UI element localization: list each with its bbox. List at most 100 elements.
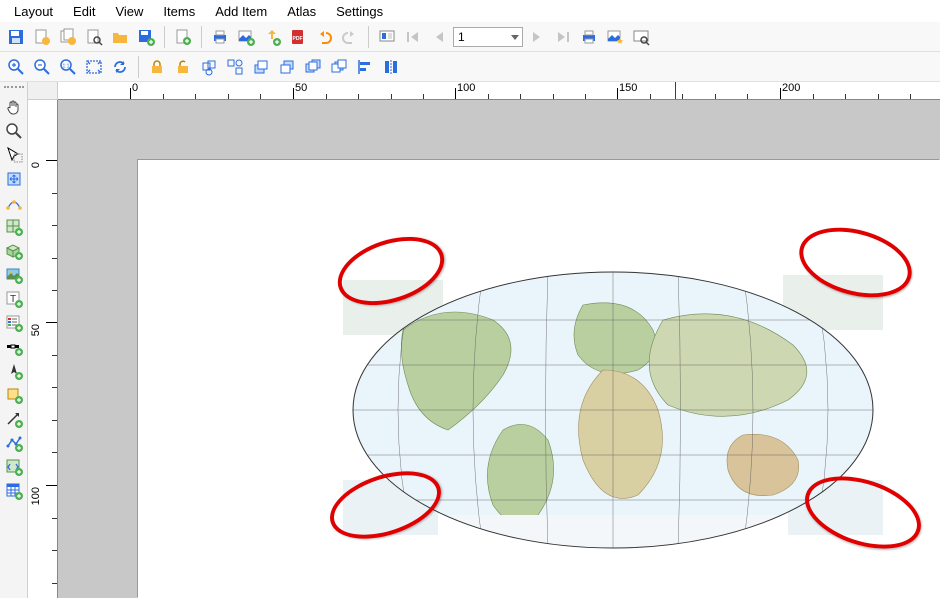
redo-button[interactable]	[338, 25, 362, 49]
pages-star-icon	[59, 28, 77, 46]
undo-icon	[315, 28, 333, 46]
add-3dmap-tool[interactable]	[3, 240, 25, 262]
image-export-icon	[237, 28, 255, 46]
bring-front-button[interactable]	[301, 55, 325, 79]
toolbar-grip[interactable]	[4, 86, 24, 90]
menu-edit[interactable]: Edit	[63, 2, 105, 21]
shape-plus-icon	[5, 386, 23, 404]
export-image-button[interactable]	[234, 25, 258, 49]
save-template-button[interactable]	[134, 25, 158, 49]
atlas-prev-button[interactable]	[427, 25, 451, 49]
canvas-margin-left	[58, 100, 138, 598]
add-legend-tool[interactable]	[3, 312, 25, 334]
add-picture-tool[interactable]	[3, 264, 25, 286]
zoom-in-icon	[7, 58, 25, 76]
toolbar-view: 1:1	[0, 52, 940, 82]
layout-manager-button[interactable]	[82, 25, 106, 49]
select-tool[interactable]	[3, 144, 25, 166]
folder-icon	[111, 28, 129, 46]
duplicate-layout-button[interactable]	[56, 25, 80, 49]
ungroup-icon	[226, 58, 244, 76]
menu-add-item[interactable]: Add Item	[205, 2, 277, 21]
html-plus-icon	[5, 458, 23, 476]
table-plus-icon	[5, 482, 23, 500]
add-page-button[interactable]	[171, 25, 195, 49]
send-back-button[interactable]	[327, 55, 351, 79]
move-content-icon	[5, 170, 23, 188]
export-svg-button[interactable]	[260, 25, 284, 49]
move-content-tool[interactable]	[3, 168, 25, 190]
open-folder-button[interactable]	[108, 25, 132, 49]
menu-bar: Layout Edit View Items Add Item Atlas Se…	[0, 0, 940, 22]
add-scalebar-tool[interactable]	[3, 336, 25, 358]
menu-items[interactable]: Items	[153, 2, 205, 21]
menu-layout[interactable]: Layout	[4, 2, 63, 21]
export-pdf-button[interactable]: PDF	[286, 25, 310, 49]
page-star-icon	[33, 28, 51, 46]
zoom-out-button[interactable]	[30, 55, 54, 79]
zoom-full-button[interactable]	[82, 55, 106, 79]
lower-button[interactable]	[275, 55, 299, 79]
atlas-print-button[interactable]	[577, 25, 601, 49]
undo-button[interactable]	[312, 25, 336, 49]
add-nodeitem-tool[interactable]	[3, 432, 25, 454]
atlas-settings-button[interactable]	[375, 25, 399, 49]
atlas-export-button[interactable]	[603, 25, 627, 49]
align-right-button[interactable]	[379, 55, 403, 79]
raise-button[interactable]	[249, 55, 273, 79]
zoom-in-button[interactable]	[4, 55, 28, 79]
item-toolbar: T	[0, 82, 28, 598]
scalebar-plus-icon	[5, 338, 23, 356]
new-layout-button[interactable]	[30, 25, 54, 49]
ruler-v-label: 100	[30, 487, 42, 505]
add-label-tool[interactable]: T	[3, 288, 25, 310]
ruler-vertical[interactable]: 050100	[28, 100, 58, 598]
add-table-tool[interactable]	[3, 480, 25, 502]
layout-canvas[interactable]	[58, 100, 940, 598]
atlas-page-spinbox[interactable]: 1	[453, 27, 523, 47]
add-northarrow-tool[interactable]	[3, 360, 25, 382]
ruler-horizontal[interactable]: 050100150200	[58, 82, 940, 100]
edit-nodes-tool[interactable]	[3, 192, 25, 214]
save-button[interactable]	[4, 25, 28, 49]
ruler-h-label: 200	[782, 82, 800, 94]
map3d-plus-icon	[5, 242, 23, 260]
unlock-button[interactable]	[171, 55, 195, 79]
redo-icon	[341, 28, 359, 46]
last-icon	[554, 28, 572, 46]
group-icon	[200, 58, 218, 76]
menu-atlas[interactable]: Atlas	[277, 2, 326, 21]
atlas-next-button[interactable]	[525, 25, 549, 49]
ungroup-button[interactable]	[223, 55, 247, 79]
lower-icon	[278, 58, 296, 76]
legend-plus-icon	[5, 314, 23, 332]
zoom-100-button[interactable]: 1:1	[56, 55, 80, 79]
polyline-plus-icon	[5, 434, 23, 452]
group-button[interactable]	[197, 55, 221, 79]
add-shape-tool[interactable]	[3, 384, 25, 406]
refresh-icon	[111, 58, 129, 76]
atlas-first-button[interactable]	[401, 25, 425, 49]
pan-tool[interactable]	[3, 96, 25, 118]
floppy-icon	[7, 28, 25, 46]
printer-icon	[580, 28, 598, 46]
atlas-preview-button[interactable]	[629, 25, 653, 49]
add-html-tool[interactable]	[3, 456, 25, 478]
distribute-icon	[382, 58, 400, 76]
align-left-button[interactable]	[353, 55, 377, 79]
text-plus-icon: T	[5, 290, 23, 308]
add-map-tool[interactable]	[3, 216, 25, 238]
ruler-guide[interactable]	[675, 82, 676, 100]
lock-button[interactable]	[145, 55, 169, 79]
print-button[interactable]	[208, 25, 232, 49]
refresh-button[interactable]	[108, 55, 132, 79]
menu-view[interactable]: View	[105, 2, 153, 21]
atlas-last-button[interactable]	[551, 25, 575, 49]
zoom-tool[interactable]	[3, 120, 25, 142]
canvas-zone: 050100150200 050100	[28, 82, 940, 598]
add-arrow-tool[interactable]	[3, 408, 25, 430]
align-left-icon	[356, 58, 374, 76]
cursor-icon	[5, 146, 23, 164]
menu-settings[interactable]: Settings	[326, 2, 393, 21]
ruler-h-label: 50	[295, 82, 307, 94]
